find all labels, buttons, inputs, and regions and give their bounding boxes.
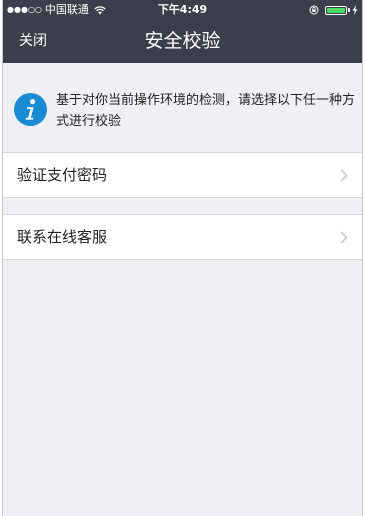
rotation-lock-icon <box>309 5 319 15</box>
navigation-bar: 关闭 安全校验 <box>3 20 362 63</box>
page-title: 安全校验 <box>144 30 221 52</box>
status-right <box>309 0 358 20</box>
notice-banner: 基于对你当前操作环境的检测，请选择以下任一种方式进行校验 <box>3 63 362 151</box>
chevron-right-icon <box>340 169 348 182</box>
option-label: 联系在线客服 <box>17 228 108 246</box>
info-icon <box>14 93 47 126</box>
phone-screen: ●●●○○ 中国联通 下午4:49 关闭 安全校验 基于对你当前操作环境的检测，… <box>2 0 363 516</box>
option-label: 验证支付密码 <box>17 166 108 184</box>
status-bar: ●●●○○ 中国联通 下午4:49 <box>3 0 362 20</box>
notice-text: 基于对你当前操作环境的检测，请选择以下任一种方式进行校验 <box>56 93 356 129</box>
chevron-right-icon <box>340 231 348 244</box>
charging-icon <box>352 5 358 15</box>
battery-level <box>327 7 345 13</box>
contact-online-support-option[interactable]: 联系在线客服 <box>3 214 362 260</box>
verify-payment-password-option[interactable]: 验证支付密码 <box>3 152 362 198</box>
battery-tip <box>348 8 350 12</box>
battery-icon <box>325 5 347 15</box>
header: ●●●○○ 中国联通 下午4:49 关闭 安全校验 <box>3 0 362 63</box>
